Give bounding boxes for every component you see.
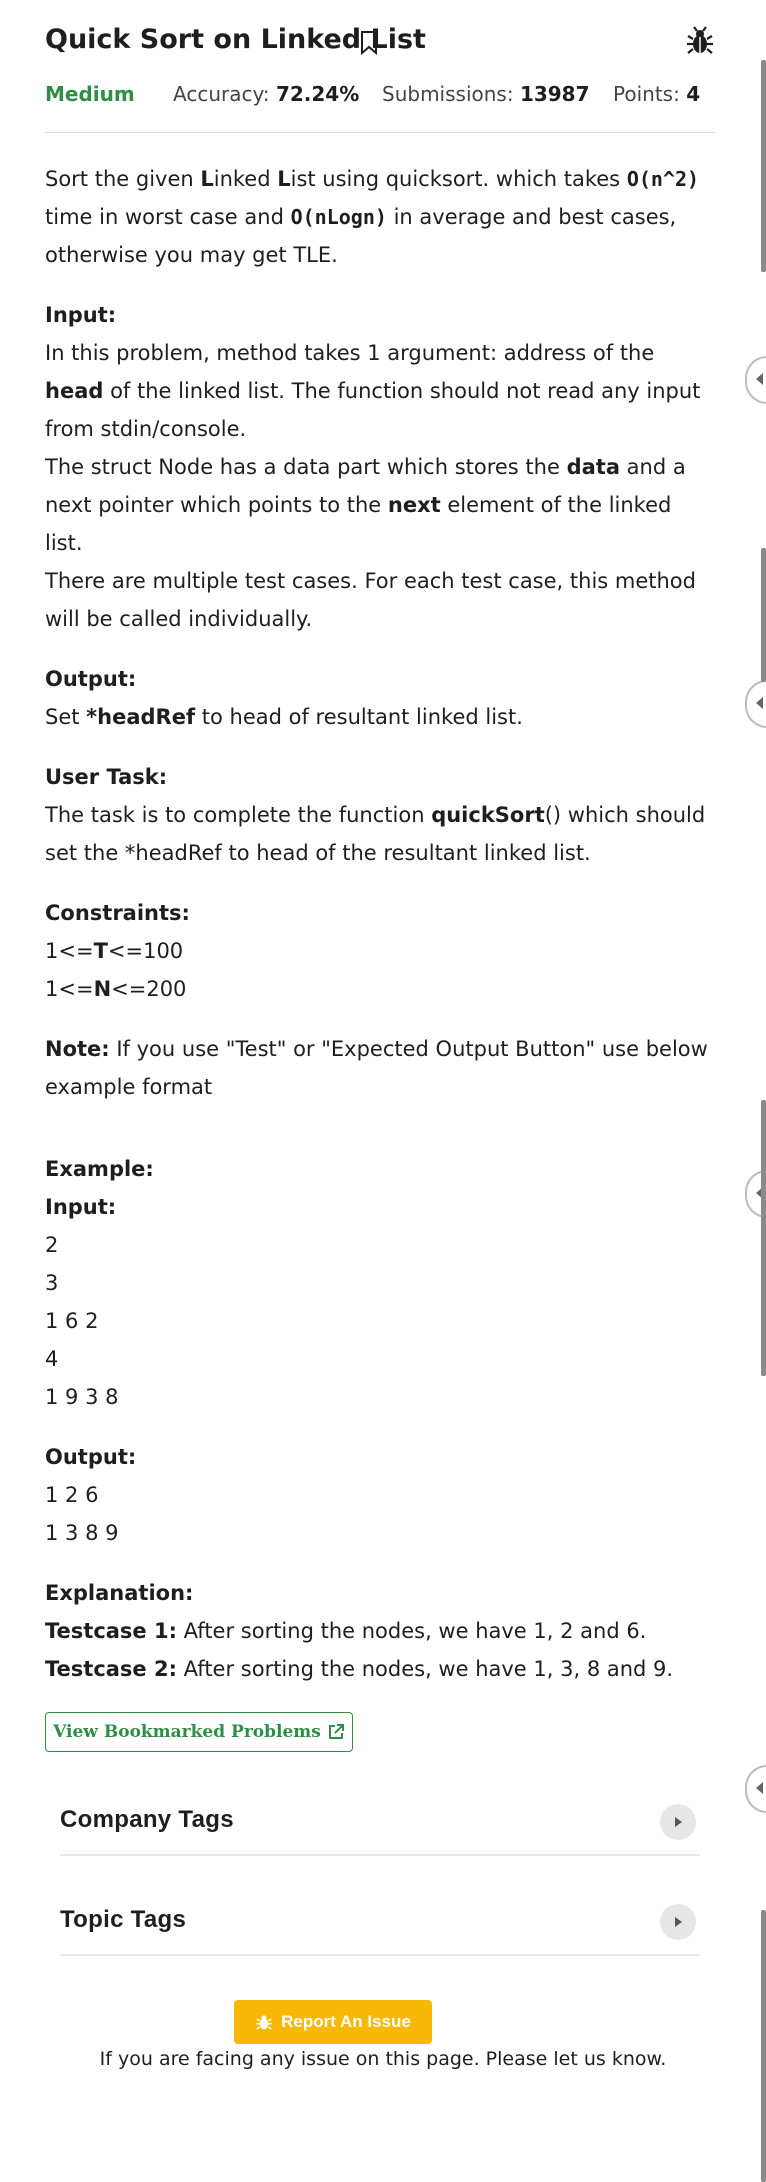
- intro-paragraph: Sort the given Linked List using quickso…: [45, 160, 715, 274]
- example-heading: Example:: [45, 1157, 154, 1181]
- example-input-heading: Input:: [45, 1195, 117, 1219]
- example-input-line: 1 6 2: [45, 1309, 99, 1333]
- text: ist using quicksort. which takes: [290, 167, 627, 191]
- external-link-icon: [328, 1724, 344, 1739]
- text: of the linked list. The function should …: [45, 379, 701, 441]
- text: L: [200, 167, 214, 191]
- text: quickSort: [431, 803, 545, 827]
- note-paragraph: Note: If you use "Test" or "Expected Out…: [45, 1030, 715, 1106]
- points-label: Points:: [613, 82, 680, 106]
- points-value: 4: [686, 82, 701, 106]
- explanation-testcase-1: Testcase 1: After sorting the nodes, we …: [45, 1612, 715, 1650]
- points-stat: Points: 4: [613, 82, 700, 106]
- text: L: [277, 167, 291, 191]
- text: head: [45, 379, 104, 403]
- accuracy-value: 72.24%: [275, 82, 360, 106]
- report-issue-label: Report An Issue: [281, 2012, 411, 2031]
- text: Testcase 2:: [45, 1657, 177, 1681]
- text: If you use "Test" or "Expected Output Bu…: [45, 1037, 708, 1099]
- example-output-line: 1 2 6: [45, 1483, 99, 1507]
- text: to head of resultant linked list.: [195, 705, 523, 729]
- complexity-worst: O(n^2): [626, 167, 700, 191]
- example-output-heading: Output:: [45, 1445, 137, 1469]
- output-heading: Output:: [45, 667, 137, 691]
- bug-icon: [256, 2015, 272, 2030]
- user-task-heading: User Task:: [45, 765, 168, 789]
- user-task-paragraph: The task is to complete the function qui…: [45, 796, 715, 872]
- difficulty-badge: Medium: [45, 82, 135, 106]
- topic-tags-label: Topic Tags: [60, 1906, 187, 1933]
- text: Sort the given: [45, 167, 201, 191]
- text: 1<=: [45, 939, 94, 963]
- topic-tags-toggle[interactable]: Topic Tags: [60, 1892, 700, 1956]
- text: *headRef: [86, 705, 196, 729]
- text: <=200: [111, 977, 187, 1001]
- text: <=100: [107, 939, 184, 963]
- problem-statement: Sort the given Linked List using quickso…: [45, 160, 715, 1688]
- submissions-stat: Submissions: 13987: [382, 82, 590, 106]
- accuracy-label: Accuracy:: [173, 82, 270, 106]
- text: In this problem, method takes 1 argument…: [45, 341, 655, 365]
- complexity-average: O(nLogn): [290, 205, 387, 229]
- company-tags-label: Company Tags: [60, 1806, 234, 1833]
- example-input-line: 1 9 3 8: [45, 1385, 119, 1409]
- scrollbar[interactable]: [761, 548, 766, 682]
- text: Testcase 1:: [45, 1619, 177, 1643]
- collapse-icon[interactable]: [745, 356, 766, 404]
- scrollbar[interactable]: [761, 1910, 766, 2182]
- bug-icon[interactable]: [685, 26, 715, 56]
- input-testcases-paragraph: There are multiple test cases. For each …: [45, 569, 696, 631]
- text: After sorting the nodes, we have 1, 3, 8…: [177, 1657, 674, 1681]
- view-bookmarked-problems-button[interactable]: View Bookmarked Problems: [45, 1712, 353, 1752]
- divider: [45, 132, 715, 133]
- caret-right-icon: [660, 1804, 696, 1840]
- text: Set: [45, 705, 87, 729]
- text: data: [566, 455, 620, 479]
- submissions-label: Submissions:: [382, 82, 514, 106]
- caret-right-icon: [660, 1904, 696, 1940]
- text: After sorting the nodes, we have 1, 2 an…: [177, 1619, 647, 1643]
- input-heading: Input:: [45, 303, 117, 327]
- view-bookmarked-label: View Bookmarked Problems: [53, 1722, 321, 1742]
- text: 1<=: [45, 977, 94, 1001]
- explanation-heading: Explanation:: [45, 1581, 194, 1605]
- explanation-testcase-2: Testcase 2: After sorting the nodes, we …: [45, 1650, 715, 1688]
- scrollbar[interactable]: [761, 60, 766, 272]
- output-paragraph: Set *headRef to head of resultant linked…: [45, 698, 715, 736]
- text: The struct Node has a data part which st…: [45, 455, 567, 479]
- example-input-line: 2: [45, 1233, 59, 1257]
- submissions-value: 13987: [519, 82, 590, 106]
- collapse-icon[interactable]: [745, 680, 766, 728]
- report-note: If you are facing any issue on this page…: [99, 2048, 667, 2070]
- title-row: Quick Sort on Linked List: [45, 22, 715, 62]
- constraint-t: 1<=T<=100: [45, 932, 715, 970]
- text: inked: [213, 167, 278, 191]
- constraint-n: 1<=N<=200: [45, 970, 715, 1008]
- example-input-line: 4: [45, 1347, 59, 1371]
- scrollbar[interactable]: [761, 1100, 766, 1376]
- text: Note:: [45, 1037, 110, 1061]
- report-issue-button[interactable]: Report An Issue: [234, 2000, 432, 2044]
- collapse-icon[interactable]: [745, 1765, 766, 1813]
- example-input-line: 3: [45, 1271, 59, 1295]
- text: time in worst case and: [45, 205, 291, 229]
- company-tags-toggle[interactable]: Company Tags: [60, 1792, 700, 1856]
- example-output-line: 1 3 8 9: [45, 1521, 119, 1545]
- text: T: [93, 939, 108, 963]
- text: next: [387, 493, 441, 517]
- constraints-heading: Constraints:: [45, 901, 190, 925]
- accuracy-stat: Accuracy: 72.24%: [173, 82, 359, 106]
- text: N: [93, 977, 112, 1001]
- text: The task is to complete the function: [45, 803, 432, 827]
- input-paragraph: In this problem, method takes 1 argument…: [45, 334, 715, 448]
- input-struct-paragraph: The struct Node has a data part which st…: [45, 448, 715, 562]
- bookmark-icon[interactable]: [359, 30, 379, 56]
